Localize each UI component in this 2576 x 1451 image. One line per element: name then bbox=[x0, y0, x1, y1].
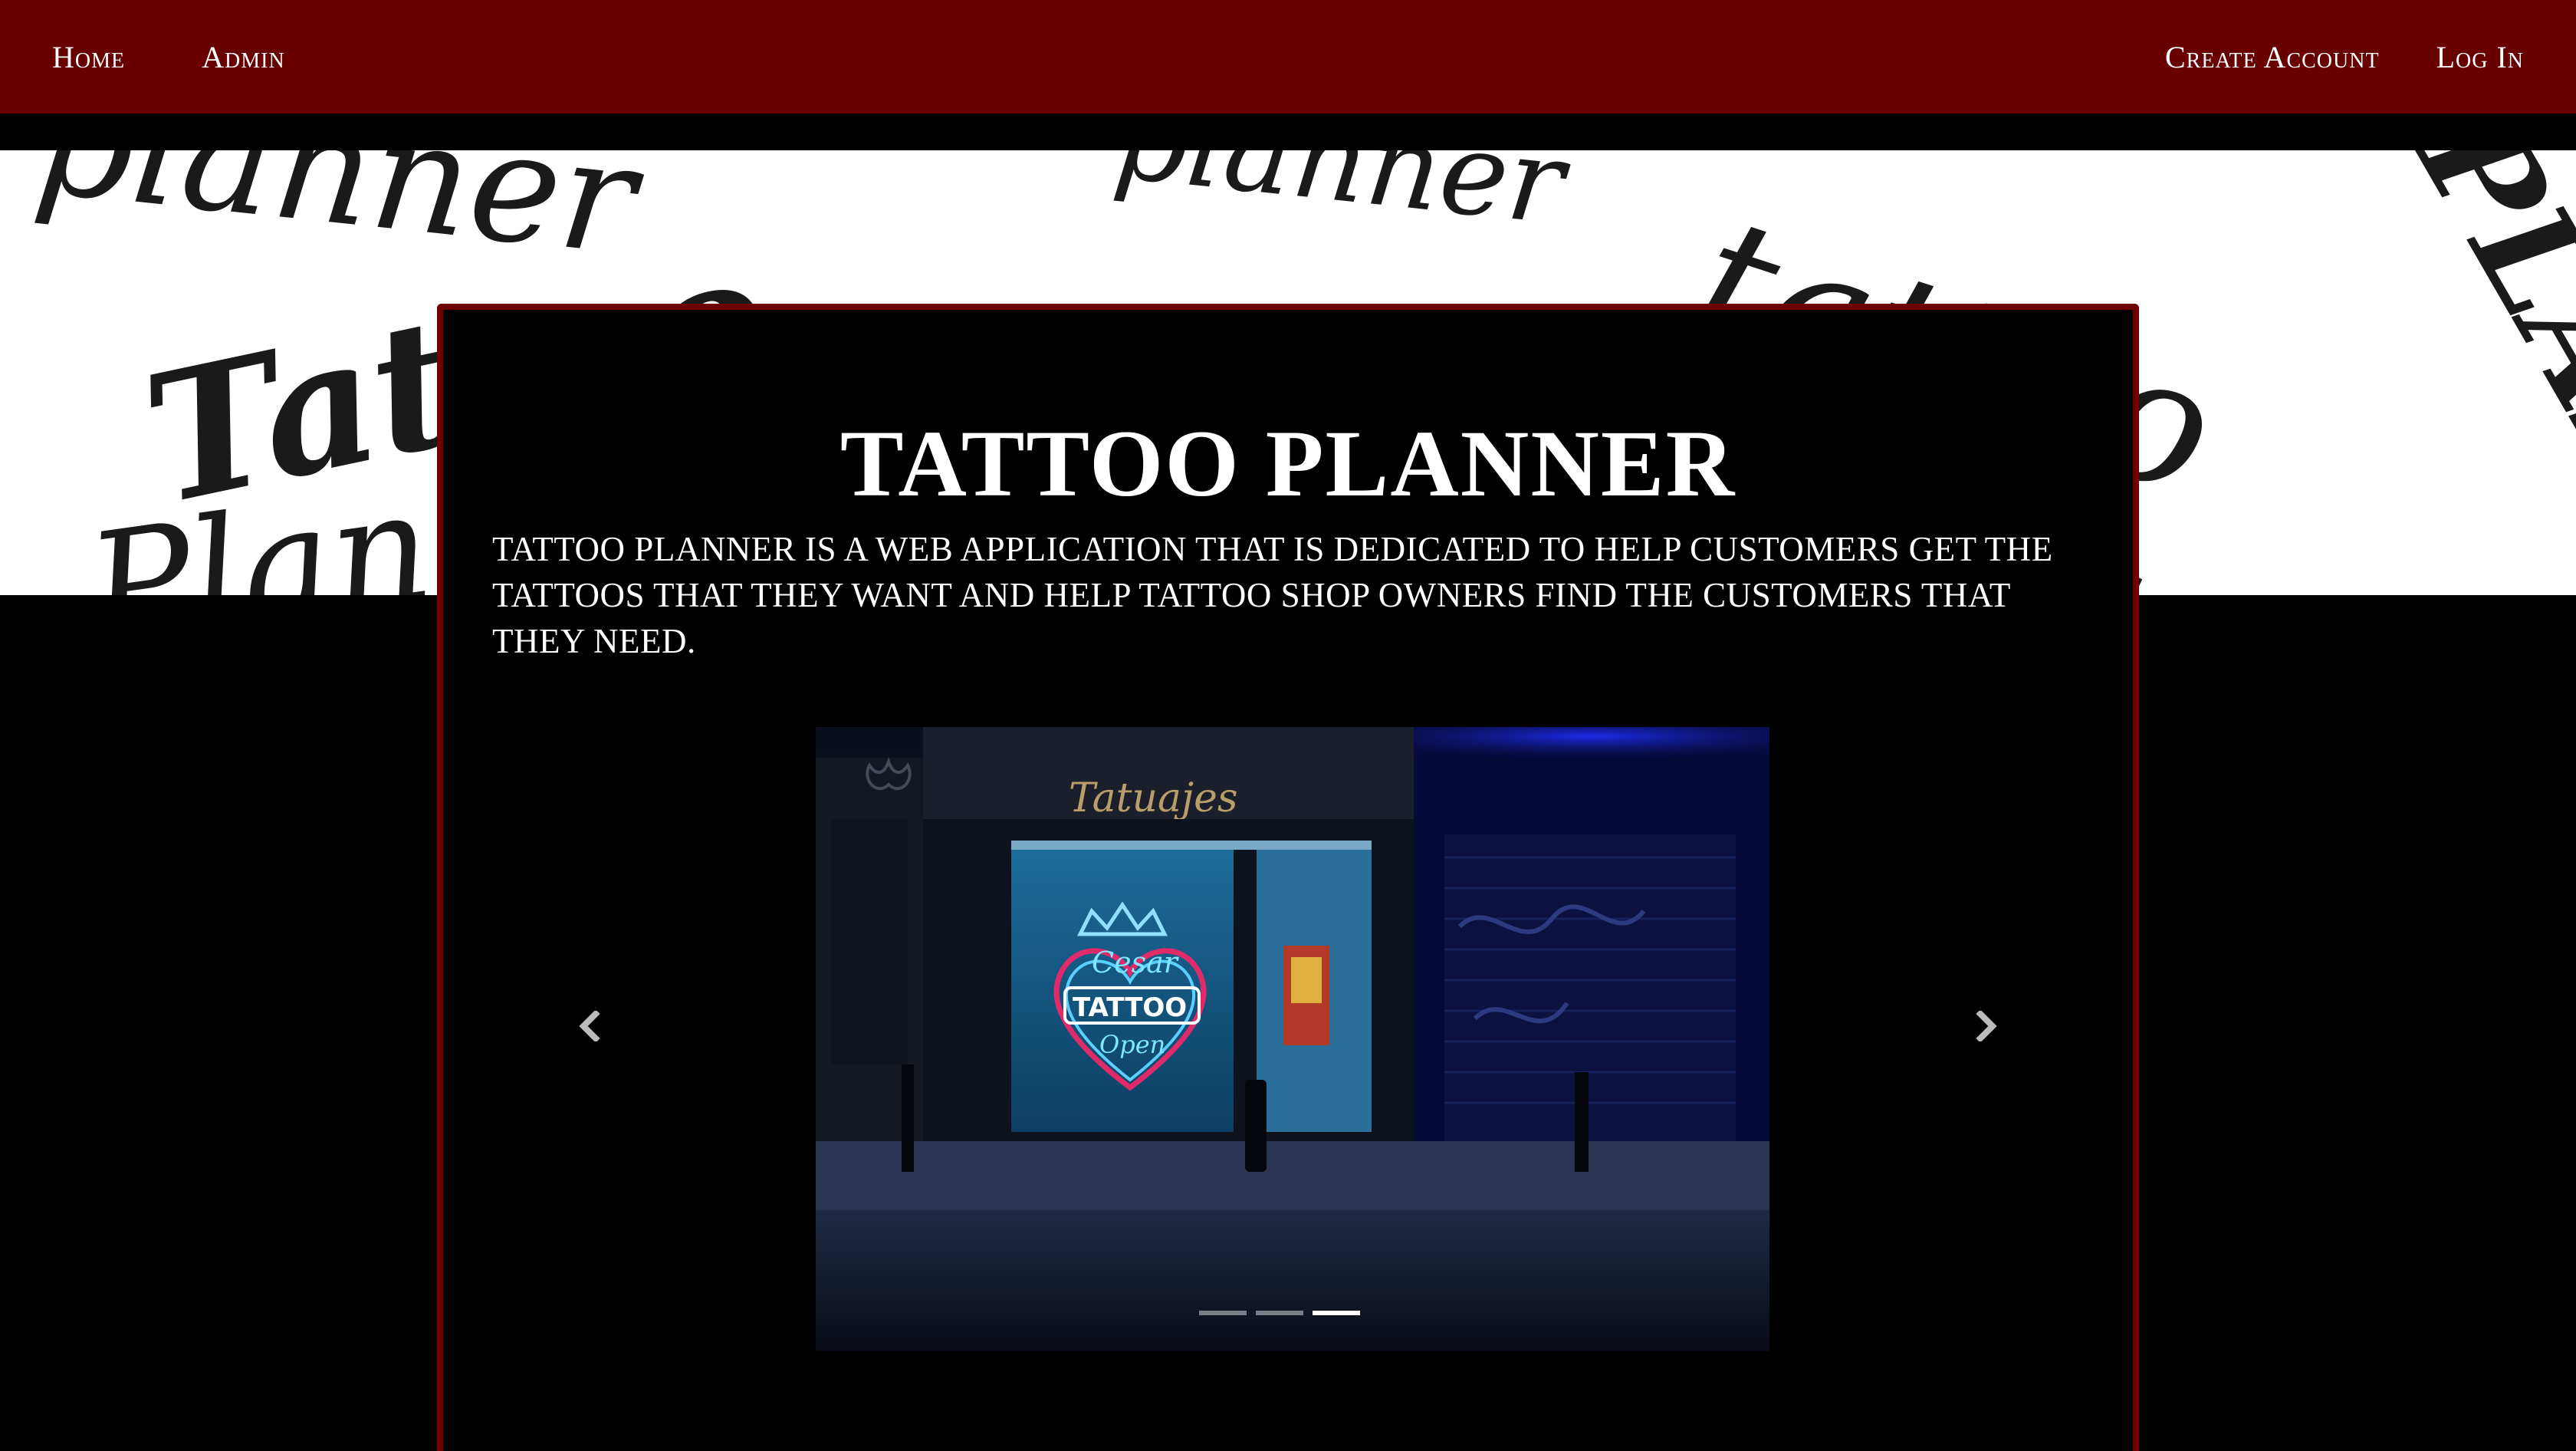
carousel-indicator-3[interactable] bbox=[1313, 1311, 1360, 1315]
nav-right-group: Create Account Log In bbox=[2108, 39, 2524, 75]
page-title: TATTOO PLANNER bbox=[840, 411, 1737, 516]
carousel-next-button[interactable] bbox=[1957, 995, 2018, 1057]
carousel-prev-button[interactable] bbox=[558, 995, 619, 1057]
carousel-indicator-1[interactable] bbox=[1199, 1311, 1247, 1315]
nav-admin-link[interactable]: Admin bbox=[202, 39, 285, 75]
carousel-slide-image: Tatuajes Cesar TATTOO Open bbox=[816, 727, 1769, 1351]
carousel-indicator-2[interactable] bbox=[1256, 1311, 1303, 1315]
chevron-left-icon bbox=[579, 1011, 600, 1041]
page-description: TATTOO PLANNER IS A WEB APPLICATION THAT… bbox=[492, 530, 2053, 660]
navbar: Home Admin Create Account Log In bbox=[0, 0, 2576, 114]
nav-divider-strip bbox=[0, 114, 2576, 150]
neon-text: Cesar bbox=[1092, 946, 1180, 979]
image-carousel: Tatuajes Cesar TATTOO Open bbox=[558, 727, 2018, 1356]
nav-log-in-link[interactable]: Log In bbox=[2436, 39, 2524, 75]
tattoo-shop-photo: Tatuajes Cesar TATTOO Open bbox=[816, 727, 1769, 1351]
nav-left-group: Home Admin bbox=[52, 39, 362, 75]
nav-create-account-link[interactable]: Create Account bbox=[2165, 39, 2380, 75]
neon-text: TATTOO bbox=[1073, 992, 1187, 1023]
page: Home Admin Create Account Log In planner… bbox=[0, 0, 2576, 1451]
chevron-right-icon bbox=[1976, 1011, 1997, 1041]
main-card: TATTOO PLANNER TATTOO PLANNER IS A WEB A… bbox=[437, 304, 2139, 1451]
hero-word: planner bbox=[1109, 150, 1576, 252]
neon-text: Open bbox=[1099, 1030, 1165, 1059]
carousel-indicators bbox=[1199, 1307, 1360, 1319]
shop-sign-text: Tatuajes bbox=[1069, 775, 1238, 821]
hero-word: PLANNER bbox=[2386, 150, 2576, 595]
nav-home-link[interactable]: Home bbox=[52, 39, 125, 75]
